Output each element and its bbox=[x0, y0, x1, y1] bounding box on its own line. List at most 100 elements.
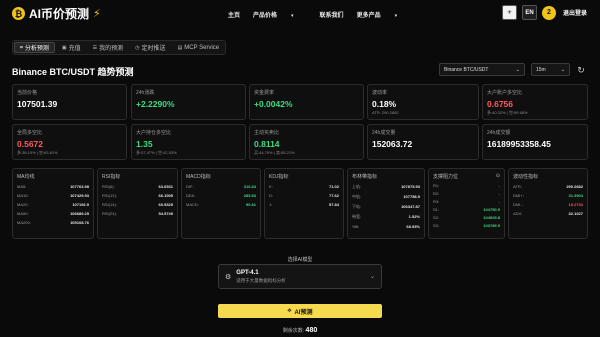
indicator-title: 布林带指标 bbox=[352, 174, 378, 180]
row-value: - bbox=[498, 199, 500, 204]
main-nav: 主页 产品价格 ▾ 联系我们 更多产品 ▾ bbox=[228, 10, 423, 19]
row-key: 下轨: bbox=[352, 204, 362, 209]
model-select[interactable]: ⚙ GPT-4.1 适用于大量数据指标分析 ⌄ bbox=[218, 264, 382, 289]
row-value: 107429.93 bbox=[70, 193, 89, 198]
tab-scheduled-push[interactable]: ◷ 定时推送 bbox=[130, 42, 170, 53]
indicator-title: RSI指标 bbox=[102, 174, 121, 180]
stat-value: 16189953358.45 bbox=[487, 139, 551, 149]
stat-value: 0.5672 bbox=[17, 139, 43, 149]
indicator-row: MA200: 105108.76 bbox=[17, 220, 89, 225]
logout-button[interactable]: 退出登录 bbox=[563, 8, 587, 17]
row-key: MA20: bbox=[17, 202, 29, 207]
row-key: K: bbox=[269, 184, 273, 189]
indicator-bollinger: 布林带指标 上轨: 107875.93 中轨: 107758.9 下轨: 106347… bbox=[347, 168, 425, 239]
stat-card-funding-rate: 资金费率 +0.0042% bbox=[249, 84, 364, 120]
indicator-volatility: 波动性指标 ATR: 290.2682 DMI+: 31.3904 DMI-: 15.… bbox=[508, 168, 588, 239]
indicator-row: R1: - bbox=[433, 183, 500, 188]
stat-card-volatility: 波动率 0.18% ATR: 290.2682 bbox=[367, 84, 479, 120]
theme-toggle-button[interactable]: ☀ bbox=[501, 5, 517, 20]
chevron-down-icon: ⌄ bbox=[515, 66, 520, 73]
indicator-row: DEA: 285.53 bbox=[186, 193, 256, 198]
stat-value: 1.35 bbox=[136, 139, 153, 149]
tab-my-predictions[interactable]: ☰ 我的预测 bbox=[88, 42, 129, 53]
stat-value: 107501.39 bbox=[17, 99, 58, 109]
stat-sub: 多:40.32% | 空:59.68% bbox=[487, 110, 528, 115]
stat-card-top-position-ratio: 大户持仓多空比 1.35 多:57.47% | 空:42.53% bbox=[131, 124, 246, 160]
row-value: 107192.9 bbox=[72, 202, 89, 207]
indicator-title: 波动性指标 bbox=[513, 174, 539, 180]
stat-card-price: 当前价格 107501.39 bbox=[12, 84, 127, 120]
stat-value: 152063.72 bbox=[372, 139, 413, 149]
nav-contact[interactable]: 联系我们 bbox=[320, 10, 344, 19]
stat-label: 资金费率 bbox=[254, 90, 275, 96]
row-value: 32.1027 bbox=[568, 211, 583, 216]
model-label: 选择AI模型 bbox=[287, 257, 313, 263]
tab-recharge[interactable]: ▣ 充值 bbox=[57, 42, 86, 53]
tab-label: 我的预测 bbox=[99, 46, 124, 52]
indicator-row: S1: 104750.9 bbox=[433, 207, 500, 212]
row-value: 66.1005 bbox=[158, 193, 173, 198]
top-header: ₿ AI币价预测 ⚡ 主页 产品价格 ▾ 联系我们 更多产品 ▾ ☀ EN 2 退出… bbox=[0, 0, 600, 28]
row-value: 107758.9 bbox=[403, 194, 420, 199]
indicator-row: DMI+: 31.3904 bbox=[513, 193, 583, 198]
indicator-row: R3: - bbox=[433, 199, 500, 204]
row-value: 103789.9 bbox=[483, 223, 500, 228]
indicator-row: RSI(6): 63.6531 bbox=[102, 184, 173, 189]
stat-label: 24h涨跌 bbox=[136, 90, 155, 96]
indicator-row: 带宽: 1.52% bbox=[352, 214, 420, 220]
row-key: S3: bbox=[433, 223, 440, 228]
tab-label: 充值 bbox=[68, 46, 81, 52]
nav-home[interactable]: 主页 bbox=[228, 10, 240, 19]
avatar[interactable]: 2 bbox=[541, 5, 556, 20]
row-key: ATR: bbox=[513, 184, 522, 189]
indicator-row: R2: - bbox=[433, 191, 500, 196]
indicator-ma: MA均线 MA5: 107763.98 MA10: 107429.93 MA20: 1… bbox=[12, 168, 94, 239]
remaining-count: 剩余次数: 480 bbox=[0, 327, 600, 334]
row-value: 104750.9 bbox=[483, 207, 500, 212]
tab-analysis[interactable]: ⌗ 分析预测 bbox=[14, 42, 55, 53]
row-key: S2: bbox=[433, 215, 440, 220]
row-key: D: bbox=[269, 193, 273, 198]
indicator-row: RSI(14): 60.5325 bbox=[102, 202, 173, 207]
row-key: DIF: bbox=[186, 184, 194, 189]
bolt-icon: ⚡ bbox=[93, 8, 101, 20]
stat-label: 全局多空比 bbox=[17, 130, 43, 136]
indicator-row: 下轨: 106347.87 bbox=[352, 204, 420, 210]
chevron-down-icon: ⌄ bbox=[369, 274, 375, 280]
stat-card-24h-change: 24h涨跌 +2.2290% bbox=[131, 84, 246, 120]
interval-select-value: 15m bbox=[536, 66, 546, 73]
logo[interactable]: ₿ AI币价预测 ⚡ bbox=[12, 5, 101, 22]
row-value: 285.53 bbox=[243, 193, 256, 198]
stat-value: +2.2290% bbox=[136, 99, 175, 109]
stat-card-top-account-ratio: 大户账户多空比 0.6756 多:40.32% | 空:59.68% bbox=[482, 84, 588, 120]
row-value: 90.81 bbox=[245, 202, 256, 207]
indicator-row: RSI(24): 54.5749 bbox=[102, 211, 173, 216]
indicator-row: MA20: 107192.9 bbox=[17, 202, 89, 207]
row-key: J: bbox=[269, 202, 273, 207]
indicator-macd: MACD指标 DIF: 316.84 DEA: 285.53 MACD: 90.81 bbox=[181, 168, 261, 239]
interval-select[interactable]: 15m ⌄ bbox=[531, 63, 570, 76]
ai-predict-button[interactable]: ⟡ AI预测 bbox=[218, 304, 382, 318]
wallet-icon: ▣ bbox=[61, 44, 67, 51]
refresh-icon[interactable]: ↻ bbox=[575, 64, 587, 76]
nav-more[interactable]: 更多产品 ▾ bbox=[357, 10, 411, 19]
row-value: 290.2682 bbox=[566, 184, 583, 189]
app-title: AI币价预测 bbox=[29, 7, 90, 21]
row-value: 63.6531 bbox=[158, 184, 173, 189]
row-key: MA50: bbox=[17, 211, 29, 216]
tab-mcp-service[interactable]: ▤ MCP Service bbox=[172, 42, 224, 53]
row-value: 316.84 bbox=[243, 184, 256, 189]
language-button[interactable]: EN bbox=[521, 5, 537, 20]
clock-icon: ◷ bbox=[135, 44, 140, 51]
nav-products[interactable]: 产品价格 ▾ bbox=[253, 10, 307, 19]
indicator-row: ADX: 32.1027 bbox=[513, 211, 583, 216]
sun-icon: ☀ bbox=[506, 10, 513, 16]
pair-select[interactable]: Binance BTC/USDT ⌄ bbox=[439, 63, 525, 76]
chart-icon: ⌗ bbox=[20, 44, 23, 51]
page-title: Binance BTC/USDT 趋势预测 bbox=[12, 67, 134, 77]
indicator-row: S3: 103789.9 bbox=[433, 223, 500, 228]
indicator-row: MA5: 107763.98 bbox=[17, 184, 89, 189]
indicator-row: MA50: 106689.25 bbox=[17, 211, 89, 216]
row-key: %B: bbox=[352, 224, 360, 229]
row-value: 77.62 bbox=[328, 193, 339, 198]
